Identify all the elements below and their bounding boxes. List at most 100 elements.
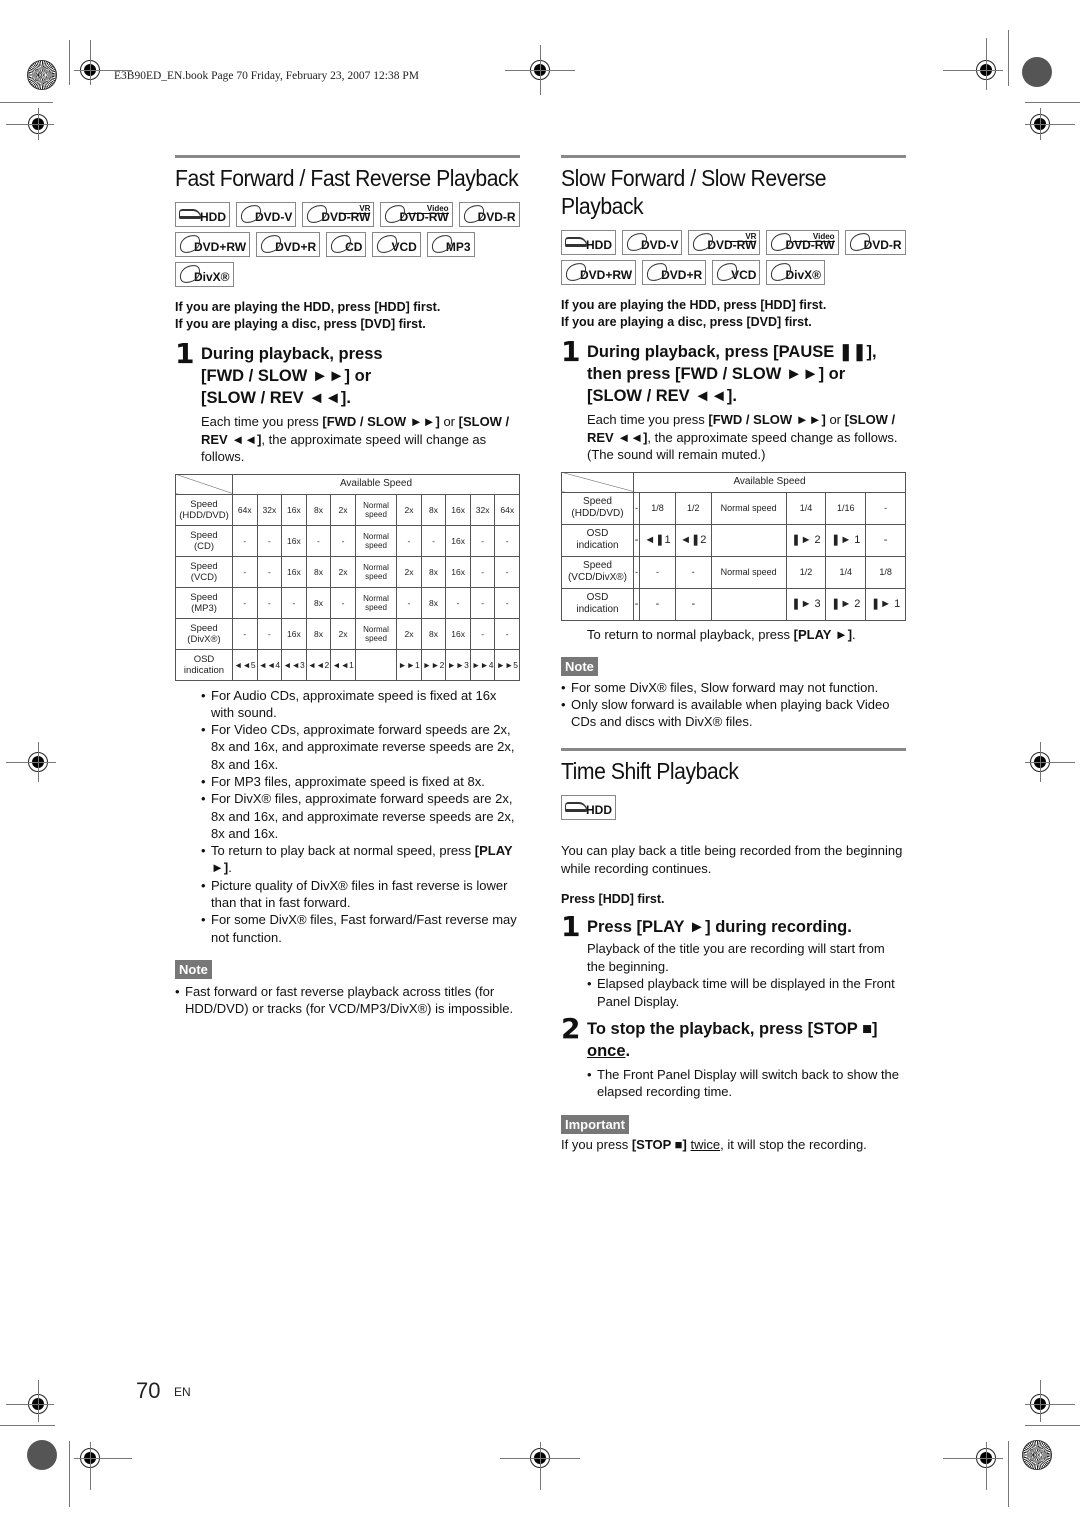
- text: , the approximate speed change as follow…: [647, 429, 898, 445]
- table-cell: -: [420, 524, 447, 557]
- section-title: Fast Forward / Fast Reverse Playback: [175, 165, 519, 191]
- key-label: [PLAY ►]: [793, 626, 853, 642]
- step-body: Each time you press [FWD / SLOW ►►] or […: [201, 413, 520, 466]
- table-cell: 16x: [281, 524, 307, 557]
- crop-mark: [1040, 742, 1041, 782]
- table-cell: 8x: [305, 555, 332, 588]
- table-cell: -: [281, 586, 307, 619]
- table-cell: -: [469, 617, 496, 650]
- media-badge-vcd: VCD: [712, 260, 761, 285]
- crop-mark: [6, 124, 54, 125]
- badge-format-label: VR: [339, 204, 371, 214]
- table-cell: ◄❚1: [639, 523, 676, 557]
- pre-note-hdd: If you are playing the HDD, press [HDD] …: [175, 300, 441, 314]
- table-cell: ►►5: [494, 648, 520, 681]
- table-cell: -: [674, 587, 712, 621]
- table-cell: 1/4: [825, 555, 867, 589]
- crop-mark: [1040, 108, 1041, 140]
- table-row: OSD indication - - - ❚► 3 ❚► 2 ❚► 1: [561, 587, 906, 621]
- row-header: Speed (VCD/DivX®): [561, 555, 634, 589]
- section-title: Slow Forward / Slow Reverse Playback: [561, 164, 878, 220]
- table-row: Speed (VCD/DivX®) - - - Normal speed 1/2 1/4 1/8: [561, 555, 906, 589]
- crop-mark: [1025, 124, 1075, 125]
- crop-mark: [943, 1458, 1003, 1459]
- row-header-line: Speed: [583, 496, 612, 507]
- table-cell: 8x: [305, 493, 332, 526]
- table-cell: 16x: [281, 493, 307, 526]
- crop-mark: [1025, 102, 1080, 103]
- row-header: Speed (HDD/DVD): [561, 491, 634, 525]
- table-cell: ◄◄2: [305, 648, 332, 681]
- table-cell: 1/2: [674, 491, 712, 525]
- table-cell: -: [469, 586, 496, 619]
- table-cell: -: [330, 586, 356, 619]
- row-header-line: (VCD): [190, 571, 218, 583]
- table-cell: [710, 587, 787, 621]
- table-header: Available Speed: [633, 471, 906, 493]
- list-item: Elapsed playback time will be displayed …: [587, 975, 906, 1010]
- table-cell: Normal speed: [354, 555, 398, 588]
- step-title: Press [PLAY ►] during recording.: [587, 918, 852, 937]
- media-badge-dvd-rw-vr: VR DVD-RW: [302, 202, 375, 227]
- table-cell: -: [469, 524, 496, 557]
- text: To return to play back at normal speed, …: [211, 843, 475, 859]
- page-number: 70: [136, 1378, 161, 1403]
- crop-mark: [1025, 1425, 1080, 1426]
- print-header: E3B90ED_EN.book Page 70 Friday, February…: [114, 70, 419, 82]
- table-row: Speed (MP3) - - -8x - Normal speed -8x - - -: [175, 586, 520, 619]
- table-cell: Normal speed: [354, 617, 398, 650]
- table-cell: ◄◄4: [256, 648, 283, 681]
- table-cell: 2x: [396, 493, 422, 526]
- table-cell: -: [494, 524, 520, 557]
- table-cell: Normal speed: [354, 493, 398, 526]
- media-badge-divx: DivX®: [175, 262, 234, 287]
- table-cell: -: [232, 555, 258, 588]
- step-bullets: Elapsed playback time will be displayed …: [587, 975, 906, 1010]
- table-cell: Normal speed: [354, 524, 398, 557]
- row-header-line: (HDD/DVD): [179, 509, 229, 521]
- table-cell: -: [256, 586, 283, 619]
- table-cell: ❚► 3: [785, 587, 827, 621]
- table-cell: ◄❚2: [674, 523, 712, 557]
- table-cell: 8x: [420, 555, 447, 588]
- table-cell: -: [494, 617, 520, 650]
- media-badge-dvd-rw: DVD+RW: [561, 260, 637, 285]
- table-cell: 1/4: [785, 491, 827, 525]
- table-cell: 2x: [330, 493, 356, 526]
- pre-note-disc: If you are playing a disc, press [DVD] f…: [561, 315, 812, 329]
- row-header: OSD indication: [561, 523, 634, 557]
- row-header-line: indication: [576, 540, 619, 551]
- crop-mark: [38, 108, 39, 140]
- page-language: EN: [174, 1385, 191, 1399]
- pre-note-disc: If you are playing a disc, press [DVD] f…: [175, 317, 426, 331]
- text: If you press: [561, 1136, 632, 1152]
- media-badge-dvd-r: DVD+R: [642, 260, 707, 285]
- table-cell: -: [396, 586, 422, 619]
- row-header-line: Speed: [583, 560, 612, 571]
- table-cell: -: [256, 524, 283, 557]
- table-cell: ►►3: [445, 648, 471, 681]
- table-cell: 16x: [281, 617, 307, 650]
- important-label: Important: [561, 1114, 629, 1134]
- step-number: 1: [175, 337, 195, 370]
- media-badge-dvd-r: DVD-R: [844, 230, 906, 255]
- table-cell: ►►1: [396, 648, 422, 681]
- table-row: Speed (HDD/DVD) 64x 32x 16x 8x 2x Normal speed 2…: [175, 493, 520, 526]
- hdd-icon: [565, 802, 587, 813]
- table-cell: 2x: [330, 555, 356, 588]
- color-registration-disc-bottom-left: [27, 1440, 57, 1470]
- table-cell: [710, 523, 787, 557]
- step-title: To stop the playback, press [STOP ■] once…: [587, 1018, 906, 1062]
- table-cell: ❚► 1: [865, 587, 906, 621]
- crop-mark: [1008, 1441, 1009, 1507]
- table-cell: 32x: [256, 493, 283, 526]
- table-cell: ❚► 2: [785, 523, 827, 557]
- crop-mark: [1040, 1380, 1041, 1422]
- list-item: Fast forward or fast reverse playback ac…: [175, 983, 520, 1018]
- table-cell: 32x: [469, 493, 496, 526]
- badge-label: HDD: [586, 238, 612, 252]
- media-badges: HDD DVD-V VR DVD-RW Video DVD-RW DVD-R DVD+RW DV…: [561, 230, 906, 285]
- table-cell: -: [639, 555, 676, 589]
- crop-mark: [1025, 762, 1075, 763]
- table-cell: -: [494, 586, 520, 619]
